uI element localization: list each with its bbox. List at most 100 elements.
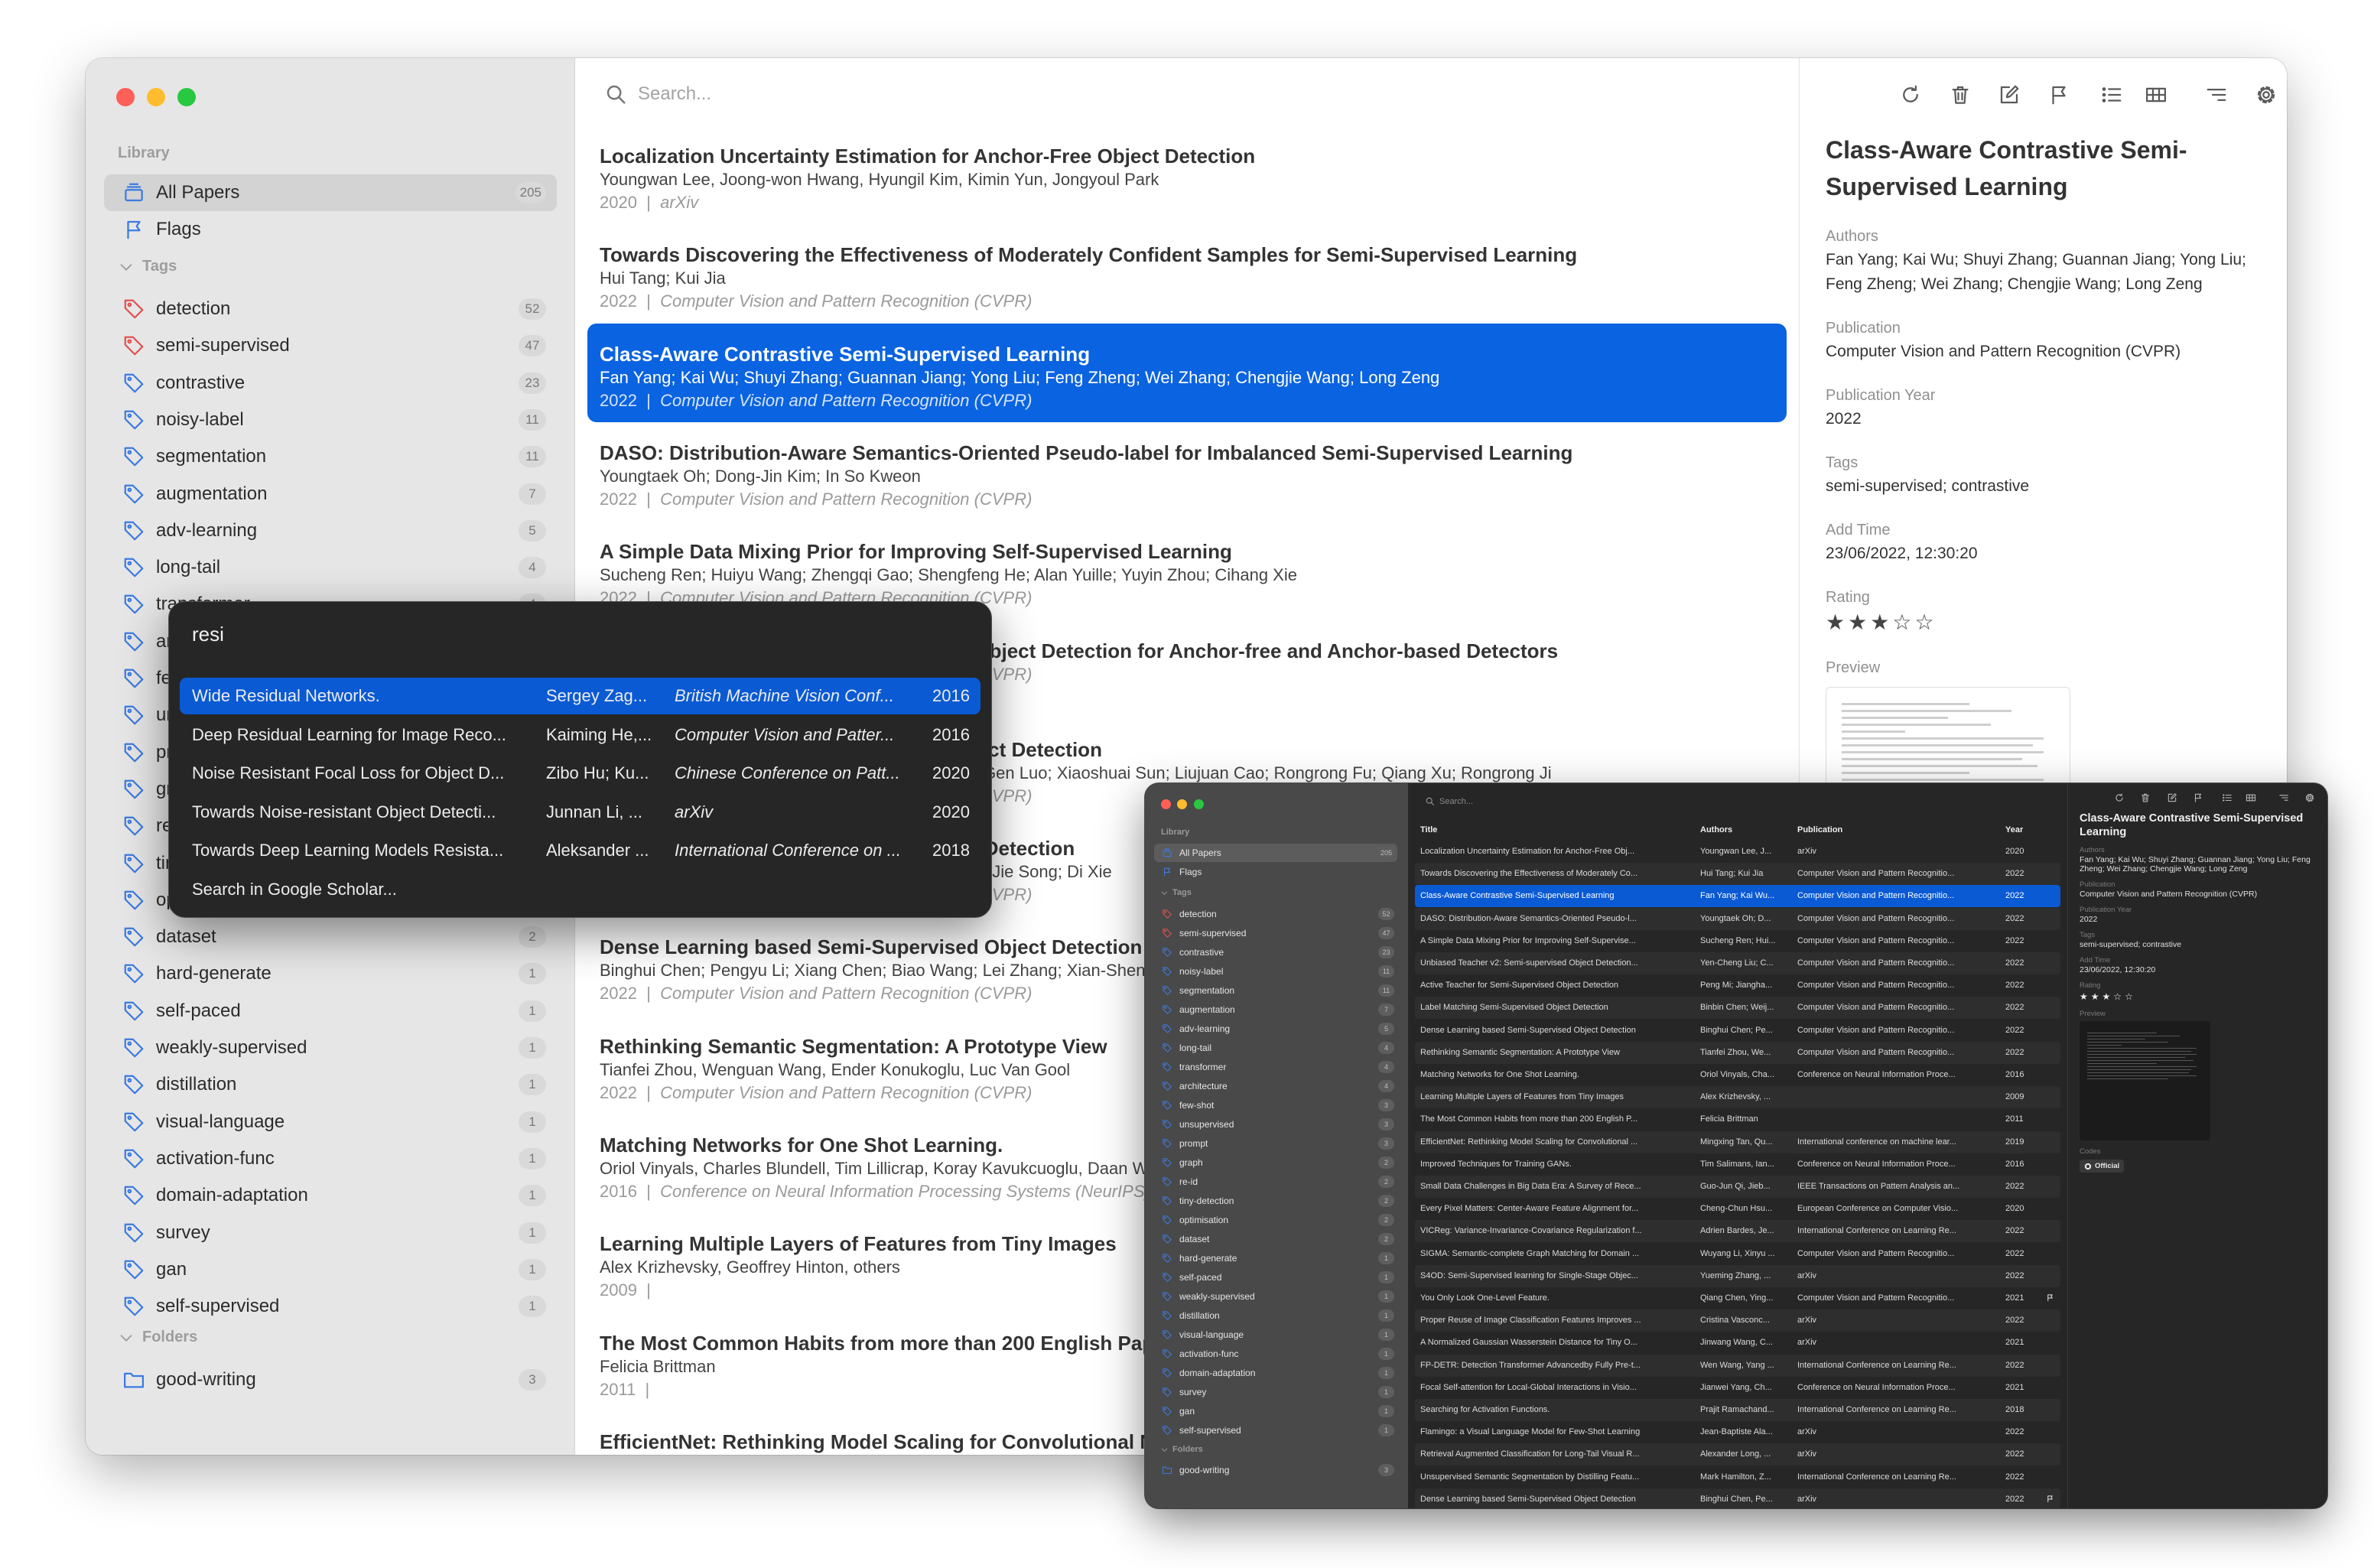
sidebar-item-tag[interactable]: noisy-label 11 xyxy=(1154,962,1397,981)
column-header[interactable]: Title xyxy=(1420,825,1437,834)
table-row[interactable]: Proper Reuse of Image Classification Fea… xyxy=(1415,1309,2060,1332)
sidebar-item-tag[interactable]: visual-language 1 xyxy=(104,1104,557,1140)
search-result-row[interactable]: Towards Noise-resistant Object Detecti..… xyxy=(180,794,980,831)
search-result-row[interactable]: Deep Residual Learning for Image Reco...… xyxy=(180,717,980,753)
zoom-button[interactable] xyxy=(177,88,196,106)
table-row[interactable]: Learning Multiple Layers of Features fro… xyxy=(1415,1086,2060,1109)
tags-section-header[interactable]: Tags xyxy=(118,258,177,275)
star-empty-icon[interactable]: ☆ xyxy=(2125,991,2133,1003)
sidebar-item-tag[interactable]: detection 52 xyxy=(104,291,557,327)
sidebar-item-tag[interactable]: domain-adaptation 1 xyxy=(104,1177,557,1214)
search-result-row[interactable]: Wide Residual Networks. Sergey Zag... Brit… xyxy=(180,678,980,714)
table-row[interactable]: Dense Learning based Semi-Supervised Obj… xyxy=(1415,1488,2060,1508)
sidebar-item-tag[interactable]: augmentation 7 xyxy=(1154,1000,1397,1019)
sidebar-item-tag[interactable]: contrastive 23 xyxy=(1154,943,1397,961)
search-placeholder[interactable]: Search... xyxy=(638,83,711,105)
close-button[interactable] xyxy=(1160,799,1171,809)
sidebar-item-folder[interactable]: good-writing 3 xyxy=(104,1361,557,1398)
sidebar-item-tag[interactable]: architecture 4 xyxy=(1154,1077,1397,1095)
star-empty-icon[interactable]: ☆ xyxy=(1892,609,1911,636)
paper-list-item[interactable]: Class-Aware Contrastive Semi-Supervised … xyxy=(587,323,1787,422)
list-view-icon[interactable] xyxy=(2100,83,2123,106)
sidebar-item-tag[interactable]: long-tail 4 xyxy=(1154,1039,1397,1057)
table-row[interactable]: A Simple Data Mixing Prior for Improving… xyxy=(1415,930,2060,952)
table-row[interactable]: Searching for Activation Functions. Praji… xyxy=(1415,1399,2060,1421)
sidebar-item-tag[interactable]: visual-language 1 xyxy=(1154,1326,1397,1344)
table-row[interactable]: Matching Networks for One Shot Learning.… xyxy=(1415,1064,2060,1086)
sidebar-item-tag[interactable]: survey 1 xyxy=(104,1215,557,1251)
search-bar[interactable]: Search... xyxy=(604,83,711,106)
sidebar-item-all-papers[interactable]: All Papers 205 xyxy=(104,174,557,211)
column-header[interactable]: Authors xyxy=(1700,825,1732,834)
tags-section-header[interactable]: Tags xyxy=(1160,888,1192,897)
paper-list-item[interactable]: DASO: Distribution-Aware Semantics-Orien… xyxy=(587,422,1787,521)
paper-list-item[interactable]: Localization Uncertainty Estimation for … xyxy=(587,125,1787,224)
gear-icon[interactable] xyxy=(2304,792,2315,803)
star-filled-icon[interactable]: ★ xyxy=(1870,609,1889,636)
flag-icon[interactable] xyxy=(2047,83,2070,106)
search-placeholder[interactable]: Search... xyxy=(1439,797,1473,806)
star-filled-icon[interactable]: ★ xyxy=(2102,991,2111,1003)
paper-list-item[interactable]: Towards Discovering the Effectiveness of… xyxy=(587,224,1787,323)
table-view-icon[interactable] xyxy=(2145,83,2167,106)
refresh-icon[interactable] xyxy=(2114,792,2125,803)
sidebar-item-tag[interactable]: activation-func 1 xyxy=(1154,1345,1397,1363)
table-row[interactable]: Retrieval Augmented Classification for L… xyxy=(1415,1443,2060,1466)
sidebar-item-tag[interactable]: transformer 4 xyxy=(1154,1058,1397,1076)
table-row[interactable]: You Only Look One-Level Feature. Qiang Ch… xyxy=(1415,1287,2060,1309)
sidebar-item-flags[interactable]: Flags xyxy=(104,211,557,248)
table-row[interactable]: Every Pixel Matters: Center-Aware Featur… xyxy=(1415,1198,2060,1220)
sidebar-item-tag[interactable]: self-paced 1 xyxy=(104,993,557,1030)
table-row[interactable]: FP-DETR: Detection Transformer Advancedb… xyxy=(1415,1354,2060,1377)
gear-icon[interactable] xyxy=(2255,83,2278,106)
sidebar-item-tag[interactable]: domain-adaptation 1 xyxy=(1154,1364,1397,1382)
sidebar-item-tag[interactable]: graph 2 xyxy=(1154,1153,1397,1172)
list-view-icon[interactable] xyxy=(2222,792,2233,803)
table-row[interactable]: Focal Self-attention for Local-Global In… xyxy=(1415,1377,2060,1399)
sort-icon[interactable] xyxy=(2205,83,2228,106)
sidebar-item-tag[interactable]: contrastive 23 xyxy=(104,365,557,402)
trash-icon[interactable] xyxy=(1949,83,1972,106)
table-row[interactable]: Rethinking Semantic Segmentation: A Prot… xyxy=(1415,1041,2060,1064)
sidebar-item-tag[interactable]: few-shot 3 xyxy=(1154,1096,1397,1114)
sidebar-item-tag[interactable]: gan 1 xyxy=(104,1251,557,1288)
table-row[interactable]: A Normalized Gaussian Wasserstein Distan… xyxy=(1415,1332,2060,1354)
table-row[interactable]: Label Matching Semi-Supervised Object De… xyxy=(1415,997,2060,1020)
search-result-row[interactable]: Towards Deep Learning Models Resista... A… xyxy=(180,832,980,869)
table-row[interactable]: Towards Discovering the Effectiveness of… xyxy=(1415,863,2060,886)
edit-icon[interactable] xyxy=(1998,83,2021,106)
table-row[interactable]: Unbiased Teacher v2: Semi-supervised Obj… xyxy=(1415,952,2060,974)
sidebar-item-tag[interactable]: re-id 2 xyxy=(1154,1173,1397,1191)
sidebar-item-tag[interactable]: survey 1 xyxy=(1154,1383,1397,1401)
sidebar-item-tag[interactable]: tiny-detection 2 xyxy=(1154,1192,1397,1210)
sidebar-item-tag[interactable]: hard-generate 1 xyxy=(1154,1249,1397,1267)
sidebar-item-tag[interactable]: semi-supervised 47 xyxy=(1154,924,1397,942)
sidebar-item-tag[interactable]: distillation 1 xyxy=(1154,1306,1397,1325)
search-result-row[interactable]: Noise Resistant Focal Loss for Object D.… xyxy=(180,755,980,792)
folders-section-header[interactable]: Folders xyxy=(118,1329,197,1346)
sidebar-item-all-papers[interactable]: All Papers 205 xyxy=(1154,844,1397,862)
sidebar-item-tag[interactable]: hard-generate 1 xyxy=(104,955,557,992)
table-row[interactable]: Unsupervised Semantic Segmentation by Di… xyxy=(1415,1466,2060,1488)
edit-icon[interactable] xyxy=(2167,792,2177,803)
star-filled-icon[interactable]: ★ xyxy=(2091,991,2099,1003)
star-filled-icon[interactable]: ★ xyxy=(1848,609,1867,636)
close-button[interactable] xyxy=(116,88,135,106)
sidebar-item-tag[interactable]: dataset 2 xyxy=(1154,1230,1397,1248)
column-header[interactable]: Year xyxy=(2005,825,2023,834)
star-filled-icon[interactable]: ★ xyxy=(1826,609,1845,636)
trash-icon[interactable] xyxy=(2140,792,2151,803)
sidebar-item-tag[interactable]: noisy-label 11 xyxy=(104,402,557,438)
refresh-icon[interactable] xyxy=(1899,83,1922,106)
sidebar-item-tag[interactable]: distillation 1 xyxy=(104,1066,557,1103)
table-row[interactable]: S4OD: Semi-Supervised learning for Singl… xyxy=(1415,1264,2060,1287)
table-row[interactable]: Localization Uncertainty Estimation for … xyxy=(1415,841,2060,863)
column-header[interactable]: Publication xyxy=(1797,825,1842,834)
star-empty-icon[interactable]: ☆ xyxy=(2113,991,2122,1003)
sidebar-item-tag[interactable]: prompt 3 xyxy=(1154,1134,1397,1153)
sidebar-item-tag[interactable]: gan 1 xyxy=(1154,1402,1397,1420)
sidebar-item-tag[interactable]: self-paced 1 xyxy=(1154,1268,1397,1287)
minimize-button[interactable] xyxy=(1177,799,1187,809)
pdf-preview-thumbnail[interactable] xyxy=(2080,1021,2210,1140)
sidebar-item-folder[interactable]: good-writing 3 xyxy=(1154,1461,1397,1479)
